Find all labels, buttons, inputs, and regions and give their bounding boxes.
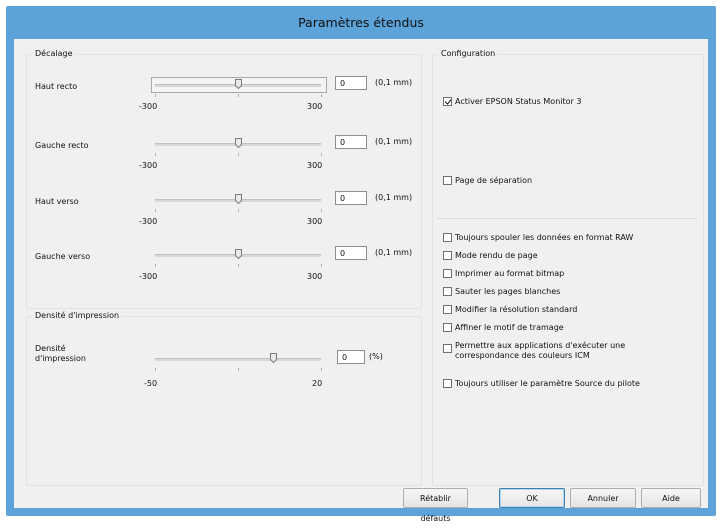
option-checkbox[interactable]	[443, 233, 452, 242]
slider-tick-max	[321, 368, 322, 371]
density-unit: (%)	[369, 352, 383, 361]
slider-tick-min	[155, 153, 156, 156]
option-bitmap-print[interactable]: Imprimer au format bitmap	[443, 269, 564, 278]
slider-thumb-left-front[interactable]	[234, 138, 242, 149]
title-bar[interactable]: Paramètres étendus	[6, 6, 716, 38]
range-max-left-back: 300	[307, 272, 323, 281]
option-resolution[interactable]: Modifier la résolution standard	[443, 305, 577, 314]
value-field-left-back[interactable]: 0	[335, 246, 367, 260]
option-label: Mode rendu de page	[455, 251, 538, 260]
option-checkbox[interactable]	[443, 269, 452, 278]
status-monitor-option[interactable]: Activer EPSON Status Monitor 3	[443, 97, 581, 106]
offset-group: Décalage Haut recto -300 300 0 (0,1 mm) …	[26, 49, 422, 309]
slider-tick-max	[321, 94, 322, 97]
slider-thumb-left-back[interactable]	[234, 249, 242, 260]
option-label: Modifier la résolution standard	[455, 305, 578, 314]
status-monitor-label: Activer EPSON Status Monitor 3	[455, 97, 582, 106]
range-min-top-back: -300	[139, 217, 158, 226]
slider-tick-max	[321, 209, 322, 212]
option-skip-blank[interactable]: Sauter les pages blanches	[443, 287, 560, 296]
option-label: Affiner le motif de tramage	[455, 323, 564, 332]
option-checkbox[interactable]	[443, 251, 452, 260]
cancel-button[interactable]: Annuler	[570, 488, 636, 508]
dialog-frame: Paramètres étendus Décalage Haut recto -…	[6, 6, 716, 523]
configuration-group: Configuration Activer EPSON Status Monit…	[432, 49, 704, 486]
unit-left-front: (0,1 mm)	[375, 137, 413, 146]
option-checkbox[interactable]	[443, 287, 452, 296]
slider-tick-mid	[238, 209, 239, 212]
range-min-left-back: -300	[139, 272, 158, 281]
density-group: Densité d'impression Densité d'impressio…	[26, 311, 422, 486]
option-label-line2: correspondance des couleurs ICM	[455, 351, 590, 360]
option-raw-spool[interactable]: Toujours spouler les données en format R…	[443, 233, 633, 242]
density-range-max: 20	[312, 379, 323, 388]
option-page-render[interactable]: Mode rendu de page	[443, 251, 538, 260]
configuration-group-label: Configuration	[438, 49, 499, 58]
dialog-client-area: Décalage Haut recto -300 300 0 (0,1 mm) …	[14, 39, 708, 523]
option-icm[interactable]: Permettre aux applications d'exécuter un…	[443, 341, 625, 361]
option-checkbox[interactable]	[443, 379, 452, 388]
density-value-field[interactable]: 0	[337, 350, 365, 364]
value-field-top-back[interactable]: 0	[335, 191, 367, 205]
range-max-left-front: 300	[307, 161, 323, 170]
separator-page-option[interactable]: Page de séparation	[443, 176, 532, 185]
option-checkbox[interactable]	[443, 344, 452, 353]
status-monitor-checkbox[interactable]	[443, 97, 452, 106]
density-label-line1: Densité	[35, 344, 66, 353]
divider	[437, 218, 697, 219]
dialog-title: Paramètres étendus	[298, 15, 424, 30]
range-min-top-front: -300	[139, 102, 158, 111]
slider-tick-min	[155, 264, 156, 267]
density-label-line2: d'impression	[35, 354, 86, 363]
unit-top-front: (0,1 mm)	[375, 78, 413, 87]
option-checkbox[interactable]	[443, 305, 452, 314]
slider-thumb-top-back[interactable]	[234, 194, 242, 205]
unit-left-back: (0,1 mm)	[375, 248, 413, 257]
option-checkbox[interactable]	[443, 323, 452, 332]
range-max-top-front: 300	[307, 102, 323, 111]
slider-tick-min	[155, 94, 156, 97]
slider-tick-mid	[238, 94, 239, 97]
ok-button[interactable]: OK	[499, 488, 565, 508]
value-field-top-front[interactable]: 0	[335, 76, 367, 90]
option-driver-source[interactable]: Toujours utiliser le paramètre Source du…	[443, 379, 640, 388]
density-range-min: -50	[144, 379, 158, 388]
slider-tick-max	[321, 153, 322, 156]
slider-tick-mid	[238, 264, 239, 267]
option-label: Imprimer au format bitmap	[455, 269, 565, 278]
slider-tick-mid	[238, 153, 239, 156]
density-slider-track[interactable]	[155, 358, 321, 361]
option-label: Sauter les pages blanches	[455, 287, 561, 296]
range-min-left-front: -300	[139, 161, 158, 170]
slider-thumb-top-front[interactable]	[234, 79, 242, 90]
density-slider-thumb[interactable]	[270, 353, 278, 364]
option-halftone[interactable]: Affiner le motif de tramage	[443, 323, 564, 332]
option-label-line1: Permettre aux applications d'exécuter un…	[455, 341, 626, 350]
value-field-left-front[interactable]: 0	[335, 135, 367, 149]
offset-label-left-front: Gauche recto	[35, 141, 89, 150]
slider-tick-mid	[238, 368, 239, 371]
offset-label-left-back: Gauche verso	[35, 252, 91, 261]
option-label: Toujours spouler les données en format R…	[455, 233, 634, 242]
separator-page-label: Page de séparation	[455, 176, 533, 185]
offset-label-top-front: Haut recto	[35, 82, 78, 91]
separator-page-checkbox[interactable]	[443, 176, 452, 185]
help-button[interactable]: Aide	[641, 488, 701, 508]
offset-group-label: Décalage	[32, 49, 76, 58]
unit-top-back: (0,1 mm)	[375, 193, 413, 202]
density-group-label: Densité d'impression	[32, 311, 123, 320]
option-label: Toujours utiliser le paramètre Source du…	[455, 379, 640, 388]
restore-defaults-button[interactable]: Rétablir défauts	[403, 488, 468, 523]
offset-label-top-back: Haut verso	[35, 197, 79, 206]
slider-tick-min	[155, 209, 156, 212]
slider-tick-min	[155, 368, 156, 371]
range-max-top-back: 300	[307, 217, 323, 226]
slider-tick-max	[321, 264, 322, 267]
